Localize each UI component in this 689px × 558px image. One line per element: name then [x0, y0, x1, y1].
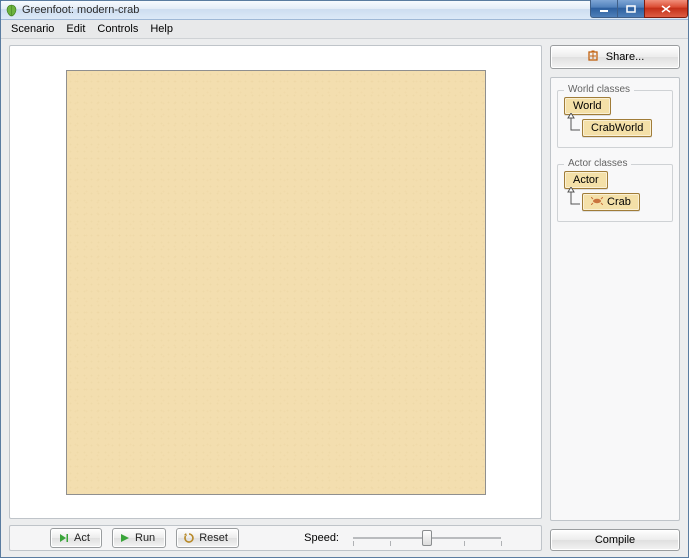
act-label: Act	[74, 532, 90, 544]
control-bar: Act Run Reset Speed:	[9, 525, 542, 551]
inheritance-arrow-icon	[564, 191, 582, 213]
compile-button[interactable]: Compile	[550, 529, 680, 551]
world-canvas[interactable]	[66, 70, 486, 495]
run-label: Run	[135, 532, 155, 544]
close-button[interactable]	[644, 0, 688, 18]
menu-bar: Scenario Edit Controls Help	[1, 20, 688, 39]
maximize-button[interactable]	[617, 0, 645, 18]
play-icon	[119, 532, 131, 544]
window-title: Greenfoot: modern-crab	[22, 4, 139, 16]
crab-icon	[591, 196, 603, 208]
compile-label: Compile	[595, 534, 635, 546]
act-button[interactable]: Act	[50, 528, 102, 548]
speed-label: Speed:	[304, 532, 343, 544]
world-classes-group: World classes World CrabWorld	[557, 90, 673, 148]
world-view-panel	[9, 45, 542, 519]
reset-label: Reset	[199, 532, 228, 544]
world-classes-legend: World classes	[564, 84, 634, 95]
step-icon	[58, 532, 70, 544]
inheritance-arrow-icon	[564, 117, 582, 139]
speed-slider[interactable]	[353, 528, 501, 548]
actor-classes-group: Actor classes Actor	[557, 164, 673, 222]
share-icon	[586, 50, 600, 65]
share-label: Share...	[606, 51, 645, 63]
class-crab[interactable]: Crab	[582, 193, 640, 211]
greenfoot-app-icon	[5, 4, 18, 17]
menu-help[interactable]: Help	[144, 22, 179, 36]
speed-slider-thumb[interactable]	[422, 530, 432, 546]
class-diagram-panel: World classes World CrabWorld	[550, 77, 680, 521]
menu-scenario[interactable]: Scenario	[5, 22, 60, 36]
actor-classes-legend: Actor classes	[564, 158, 631, 169]
share-button[interactable]: Share...	[550, 45, 680, 69]
reset-button[interactable]: Reset	[176, 528, 239, 548]
title-bar: Greenfoot: modern-crab	[1, 1, 688, 20]
menu-edit[interactable]: Edit	[60, 22, 91, 36]
menu-controls[interactable]: Controls	[91, 22, 144, 36]
run-button[interactable]: Run	[112, 528, 166, 548]
reset-icon	[183, 532, 195, 544]
class-crabworld[interactable]: CrabWorld	[582, 119, 652, 137]
minimize-button[interactable]	[590, 0, 618, 18]
